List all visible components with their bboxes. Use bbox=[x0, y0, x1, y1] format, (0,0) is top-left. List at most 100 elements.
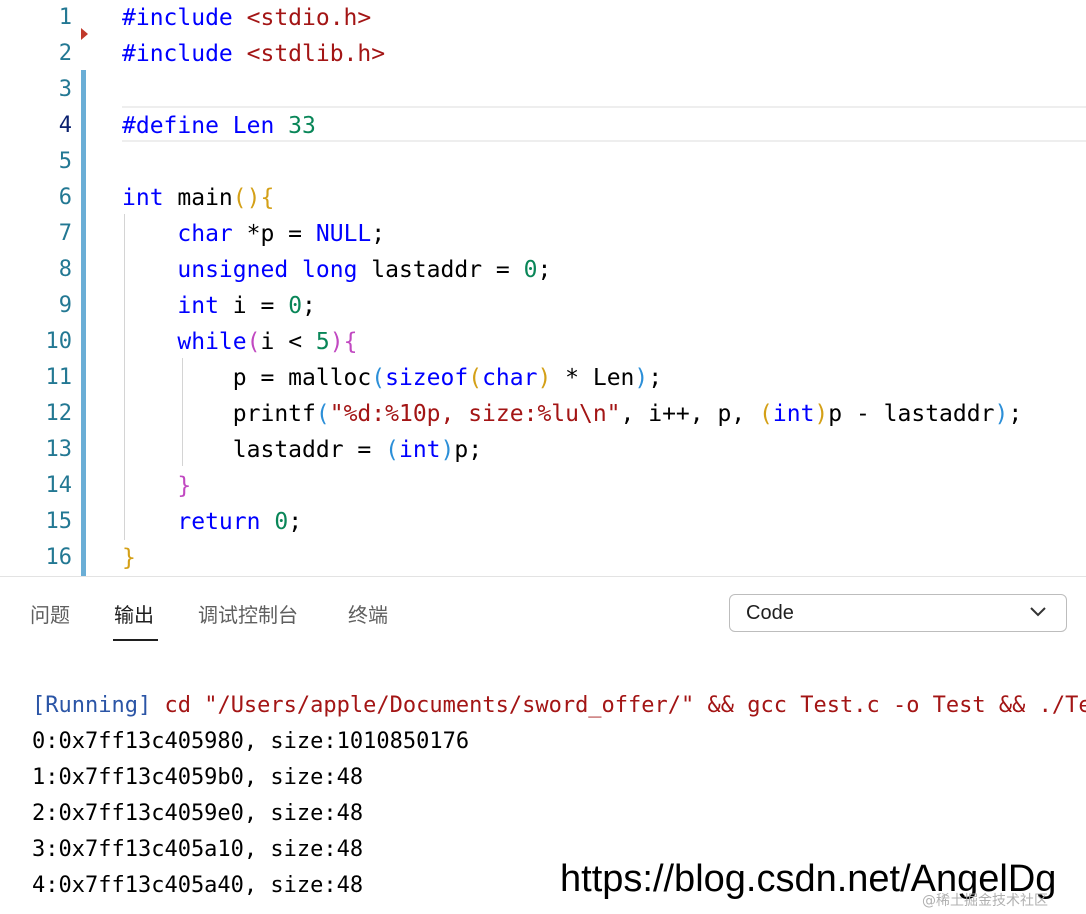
line-number: 15 bbox=[45, 509, 73, 534]
code-token: #include bbox=[122, 5, 247, 31]
code-line[interactable]: printf("%d:%10p, size:%lu\n", i++, p, (i… bbox=[122, 396, 1022, 432]
code-line[interactable]: p = malloc(sizeof(char) * Len); bbox=[122, 360, 662, 396]
code-token: int bbox=[177, 293, 219, 319]
code-token: #define bbox=[122, 113, 233, 139]
code-token: int bbox=[122, 185, 164, 211]
line-number: 1 bbox=[58, 5, 72, 30]
code-token: main bbox=[163, 185, 233, 211]
code-line[interactable]: return 0; bbox=[122, 504, 302, 540]
line-number: 9 bbox=[58, 293, 72, 318]
code-token: 33 bbox=[288, 113, 316, 139]
code-token: Len bbox=[232, 113, 289, 139]
code-token: ; bbox=[302, 293, 316, 319]
code-token: ) bbox=[329, 329, 344, 355]
chevron-down-icon bbox=[1030, 607, 1046, 617]
code-token: 5 bbox=[315, 329, 330, 355]
panel-header: 问题 输出 调试控制台 终端 Code bbox=[0, 577, 1086, 649]
code-token: 0 bbox=[523, 257, 538, 283]
code-line[interactable]: } bbox=[122, 540, 136, 576]
code-token: ( bbox=[468, 365, 483, 391]
run-command: cd "/Users/apple/Documents/sword_offer/"… bbox=[151, 693, 1086, 718]
code-token: int bbox=[398, 437, 441, 463]
code-token: <stdlib.h> bbox=[246, 41, 386, 67]
code-line[interactable]: char *p = NULL; bbox=[122, 216, 385, 252]
code-token: * Len bbox=[551, 365, 635, 391]
output-channel-value: Code bbox=[746, 602, 794, 624]
code-token: , i++, p, bbox=[620, 401, 760, 427]
code-token: } bbox=[122, 545, 136, 571]
line-number: 16 bbox=[45, 545, 73, 570]
output-running-line: [Running] cd "/Users/apple/Documents/swo… bbox=[32, 688, 1086, 724]
output-line: 2:0x7ff13c4059e0, size:48 bbox=[32, 801, 364, 826]
code-token: p = malloc bbox=[122, 365, 372, 391]
line-number: 10 bbox=[45, 329, 73, 354]
code-token: i < bbox=[260, 329, 316, 355]
code-token: } bbox=[177, 473, 192, 499]
code-token: { bbox=[260, 185, 275, 211]
code-token: ; bbox=[288, 509, 303, 535]
line-number: 14 bbox=[45, 473, 73, 498]
code-line[interactable]: int i = 0; bbox=[122, 288, 316, 324]
code-token: NULL bbox=[315, 221, 372, 247]
output-line: 1:0x7ff13c4059b0, size:48 bbox=[32, 765, 364, 790]
code-token: ( bbox=[315, 401, 330, 427]
running-tag: [Running] bbox=[32, 693, 152, 718]
code-token: *p = bbox=[232, 221, 316, 247]
code-line[interactable]: int main(){ bbox=[122, 180, 274, 216]
code-token: long bbox=[302, 257, 358, 283]
code-token: int bbox=[772, 401, 815, 427]
line-number: 11 bbox=[45, 365, 73, 390]
line-number: 4 bbox=[58, 113, 72, 138]
code-token: ( bbox=[246, 329, 261, 355]
watermark-small: @稀土掘金技术社区 bbox=[922, 893, 1048, 909]
tab-debug-console[interactable]: 调试控制台 bbox=[198, 599, 298, 628]
line-number: 5 bbox=[58, 149, 72, 174]
code-line[interactable]: #include <stdlib.h> bbox=[122, 36, 385, 72]
code-token: while bbox=[177, 329, 247, 355]
code-token: ( bbox=[371, 365, 386, 391]
code-token: ) bbox=[814, 401, 829, 427]
code-line[interactable]: unsigned long lastaddr = 0; bbox=[122, 252, 551, 288]
code-token: lastaddr = bbox=[357, 257, 524, 283]
code-line[interactable]: lastaddr = (int)p; bbox=[122, 432, 482, 468]
code-line[interactable]: #include <stdio.h> bbox=[122, 0, 371, 36]
line-number: 13 bbox=[45, 437, 73, 462]
code-token: ) bbox=[994, 401, 1009, 427]
code-token: () bbox=[232, 185, 261, 211]
code-token: ) bbox=[634, 365, 649, 391]
code-editor[interactable]: 1 2 3 4 5 6 7 8 9 10 11 12 13 14 15 16 #include <stdio.… bbox=[0, 0, 1086, 576]
code-token: ; bbox=[648, 365, 663, 391]
code-token: p; bbox=[454, 437, 483, 463]
git-change-bar bbox=[81, 70, 86, 576]
tab-problems[interactable]: 问题 bbox=[30, 599, 70, 628]
tab-terminal[interactable]: 终端 bbox=[348, 599, 388, 628]
code-token: "%d:%10p, size:%lu\n" bbox=[329, 401, 621, 427]
code-token: ) bbox=[537, 365, 552, 391]
code-line[interactable]: while(i < 5){ bbox=[122, 324, 357, 360]
output-line: 4:0x7ff13c405a40, size:48 bbox=[32, 873, 364, 898]
code-token: printf bbox=[122, 401, 316, 427]
code-line[interactable]: #define Len 33 bbox=[122, 108, 316, 144]
line-number: 7 bbox=[58, 221, 72, 246]
code-token: return bbox=[177, 509, 261, 535]
code-token: unsigned bbox=[177, 257, 289, 283]
code-token: char bbox=[177, 221, 233, 247]
tab-output[interactable]: 输出 bbox=[114, 599, 154, 628]
line-number: 3 bbox=[58, 77, 72, 102]
code-token: #include bbox=[122, 41, 247, 67]
code-token: 0 bbox=[288, 293, 303, 319]
active-tab-indicator bbox=[113, 639, 158, 641]
code-line[interactable]: } bbox=[122, 468, 191, 504]
code-token: 0 bbox=[274, 509, 289, 535]
line-number: 2 bbox=[58, 41, 72, 66]
code-token: ; bbox=[537, 257, 552, 283]
output-channel-select[interactable]: Code bbox=[729, 594, 1067, 632]
code-token: ; bbox=[371, 221, 386, 247]
